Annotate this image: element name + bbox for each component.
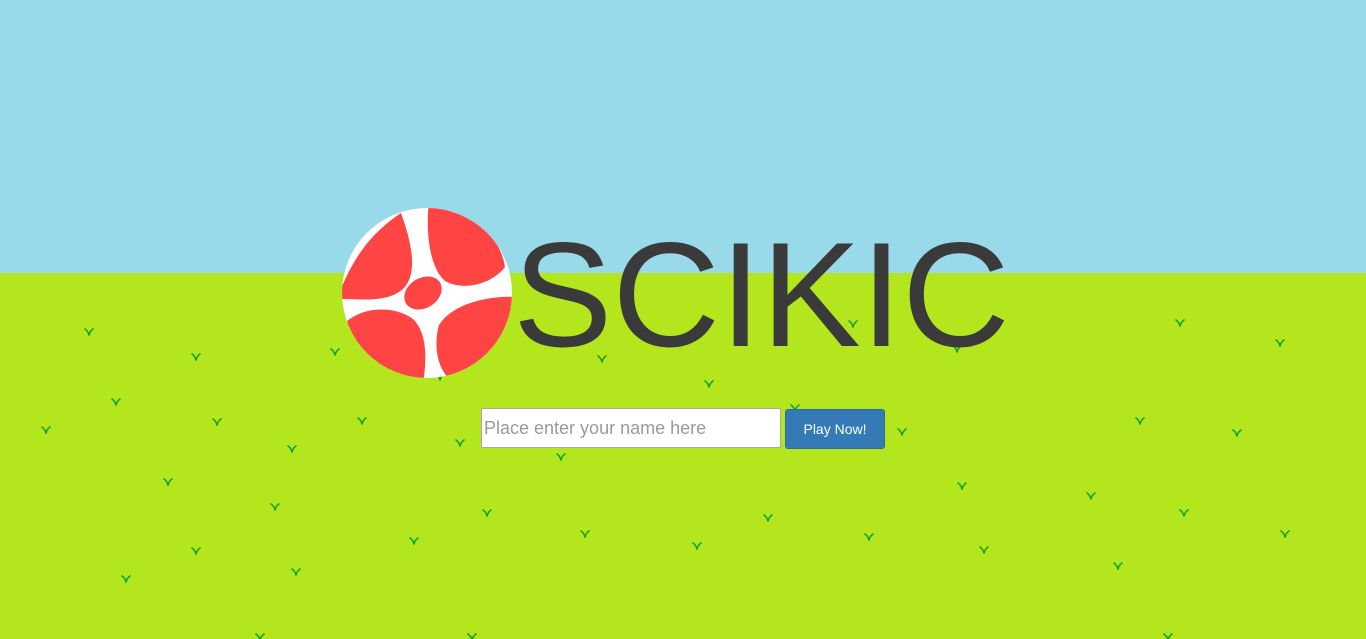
logo-title: SCIKIC (513, 211, 1010, 378)
game-scene: SCIKIC Play Now! (0, 0, 1366, 639)
game-logo: SCIKIC (341, 207, 1026, 382)
play-now-button[interactable]: Play Now! (785, 409, 885, 449)
soccer-ball-icon (342, 208, 512, 378)
player-name-input[interactable] (481, 408, 781, 448)
join-form: Play Now! (481, 408, 885, 449)
